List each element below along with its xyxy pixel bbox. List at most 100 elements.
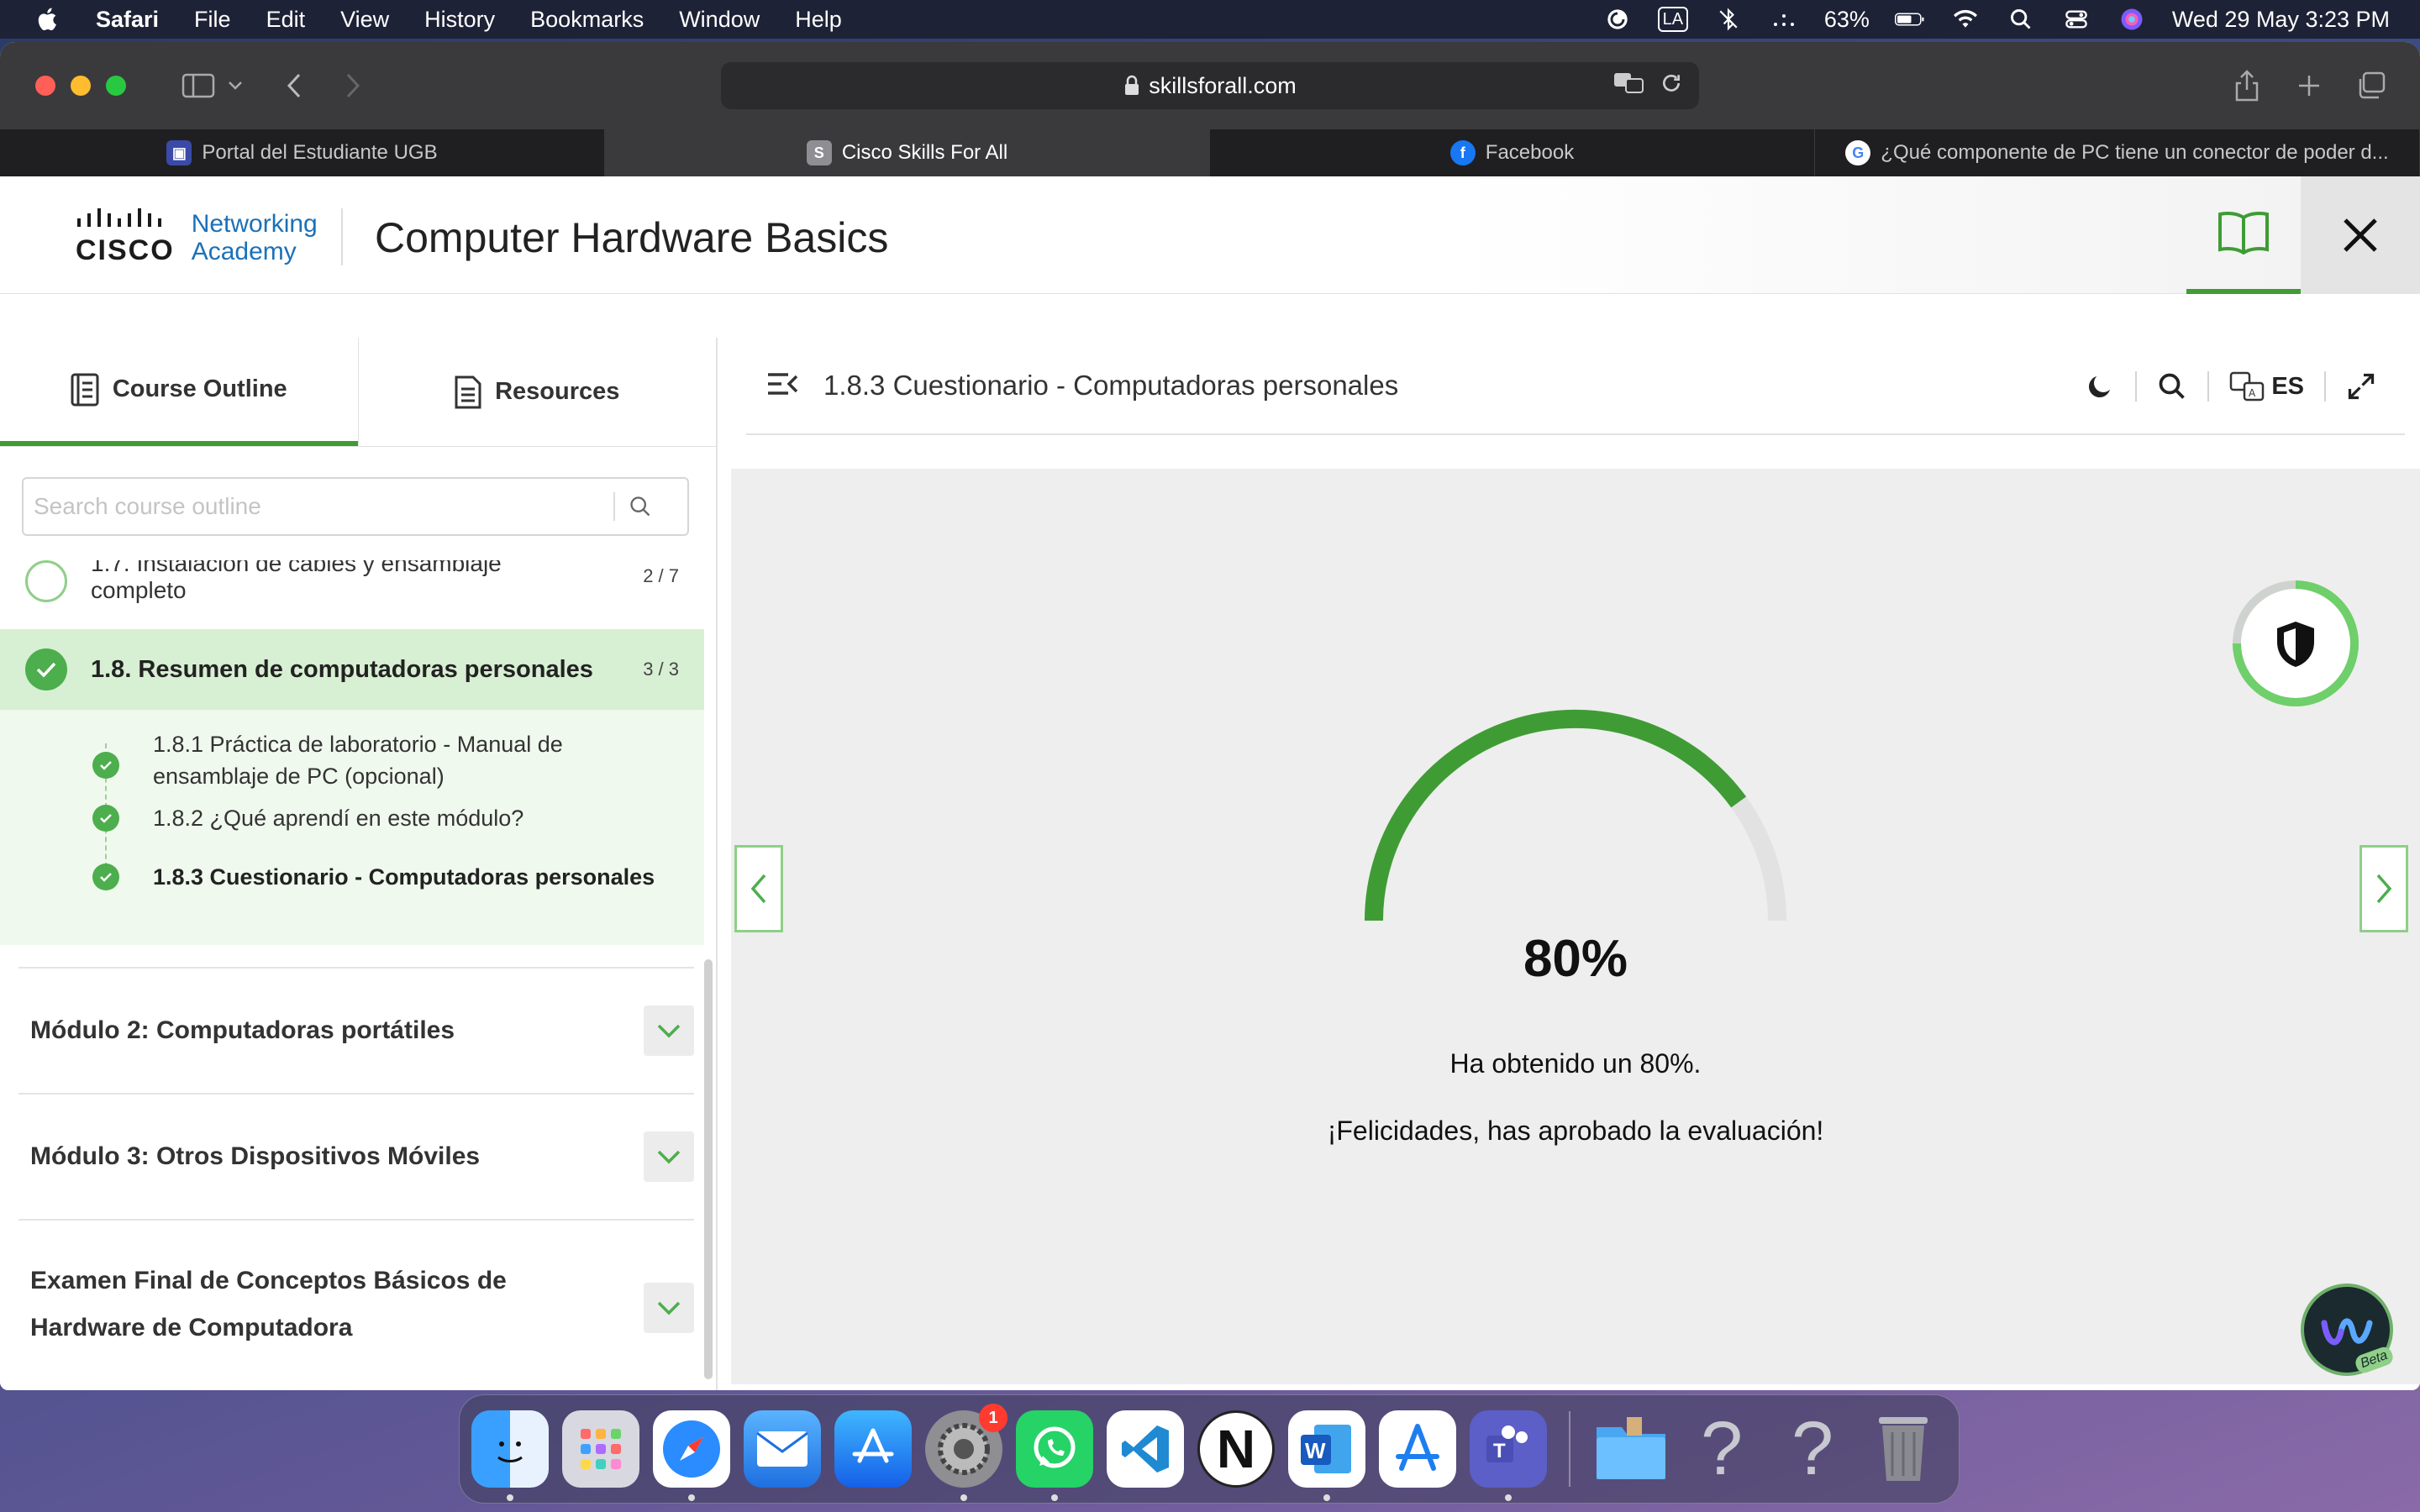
menu-bookmarks[interactable]: Bookmarks xyxy=(530,7,644,33)
content-tools: A ES xyxy=(2065,338,2396,435)
menu-app-name[interactable]: Safari xyxy=(96,7,159,33)
expand-module-button[interactable] xyxy=(644,1005,694,1056)
trash-dock-icon[interactable] xyxy=(1865,1410,1942,1488)
collapse-menu-icon[interactable] xyxy=(766,371,803,401)
expand-module-button[interactable] xyxy=(644,1283,694,1333)
menu-history[interactable]: History xyxy=(424,7,495,33)
unknown-app-icon[interactable]: ? xyxy=(1683,1407,1760,1491)
keyboard-layout-indicator[interactable]: LA xyxy=(1657,7,1688,32)
check-icon xyxy=(92,864,119,890)
unknown-app-icon[interactable]: ? xyxy=(1774,1407,1851,1491)
system-settings-dock-icon[interactable]: 1 xyxy=(925,1404,1007,1501)
notion-dock-icon[interactable]: N xyxy=(1197,1410,1275,1488)
clock[interactable]: Wed 29 May 3:23 PM xyxy=(2172,7,2390,33)
running-indicator xyxy=(1051,1494,1058,1501)
tab-course-outline[interactable]: Course Outline xyxy=(0,338,358,446)
tab-cisco-skills[interactable]: S Cisco Skills For All xyxy=(605,129,1210,176)
cisco-bars-icon xyxy=(77,208,161,227)
control-center-icon[interactable] xyxy=(2061,7,2091,32)
teams-dock-icon[interactable]: T xyxy=(1470,1410,1547,1501)
launchpad-dock-icon[interactable] xyxy=(562,1410,639,1488)
module-label: Módulo 2: Computadoras portátiles xyxy=(30,1016,455,1044)
siri-icon[interactable] xyxy=(2117,7,2147,32)
menu-file[interactable]: File xyxy=(194,7,231,33)
new-tab-icon[interactable] xyxy=(2291,67,2328,104)
url-text: skillsforall.com xyxy=(1149,72,1297,98)
chevron-down-icon[interactable] xyxy=(217,67,254,104)
vscode-dock-icon[interactable] xyxy=(1107,1410,1184,1488)
safari-dock-icon[interactable] xyxy=(653,1410,730,1501)
battery-icon[interactable] xyxy=(1894,7,1925,32)
item-label: 1.8.1 Práctica de laboratorio - Manual d… xyxy=(153,732,563,789)
language-button[interactable]: A ES xyxy=(2209,338,2324,435)
webex-icon xyxy=(2321,1318,2373,1345)
zoom-window-button[interactable] xyxy=(106,76,126,96)
bluetooth-off-icon[interactable] xyxy=(1713,7,1744,32)
svg-text:T: T xyxy=(1493,1440,1506,1462)
reload-icon[interactable] xyxy=(1660,72,1682,100)
fullscreen-button[interactable] xyxy=(2326,338,2396,435)
forward-icon[interactable] xyxy=(334,67,371,104)
course-book-button[interactable] xyxy=(2186,176,2301,294)
whatsapp-dock-icon[interactable] xyxy=(1016,1410,1093,1501)
running-indicator xyxy=(688,1494,695,1501)
webex-assistant-button[interactable]: Beta xyxy=(2301,1284,2396,1376)
score-percentage: 80% xyxy=(1523,930,1628,988)
score-message: Ha obtenido un 80%. xyxy=(1449,1048,1702,1079)
tab-resources[interactable]: Resources xyxy=(357,338,717,446)
menu-edit[interactable]: Edit xyxy=(266,7,306,33)
tab-overview-icon[interactable] xyxy=(2353,67,2390,104)
section-1-8[interactable]: 1.8. Resumen de computadoras personales … xyxy=(0,629,704,710)
back-icon[interactable] xyxy=(276,67,313,104)
running-indicator xyxy=(960,1494,967,1501)
previous-page-button[interactable] xyxy=(734,845,783,932)
progress-ring-icon xyxy=(25,560,67,602)
module-label: Módulo 3: Otros Dispositivos Móviles xyxy=(30,1142,481,1170)
close-course-button[interactable] xyxy=(2301,176,2420,294)
tab-google-search[interactable]: G ¿Qué componente de PC tiene un conecto… xyxy=(1815,129,2420,176)
downloads-folder-dock-icon[interactable] xyxy=(1592,1410,1670,1488)
macos-menu-bar: Safari File Edit View History Bookmarks … xyxy=(0,0,2420,39)
expand-icon xyxy=(2348,373,2375,400)
security-progress-badge[interactable] xyxy=(2228,576,2363,711)
expand-module-button[interactable] xyxy=(644,1131,694,1182)
tab-label: Cisco Skills For All xyxy=(841,141,1008,164)
mail-dock-icon[interactable] xyxy=(744,1410,821,1488)
spotlight-search-icon[interactable] xyxy=(2006,7,2036,32)
apple-menu-icon[interactable] xyxy=(34,5,62,34)
word-dock-icon[interactable]: W xyxy=(1288,1410,1365,1501)
module-2[interactable]: Módulo 2: Computadoras portátiles xyxy=(18,967,694,1093)
dots-status-icon[interactable] xyxy=(1769,7,1799,32)
search-icon xyxy=(2159,373,2186,399)
search-content-button[interactable] xyxy=(2137,338,2207,435)
module-3[interactable]: Módulo 3: Otros Dispositivos Móviles xyxy=(18,1093,694,1219)
outline-icon xyxy=(71,373,99,406)
search-icon[interactable] xyxy=(615,495,666,518)
menu-view[interactable]: View xyxy=(340,7,389,33)
dark-mode-button[interactable] xyxy=(2065,338,2135,435)
cisco-networking-academy-logo[interactable]: CISCO Networking Academy xyxy=(76,208,318,267)
xcode-instruments-dock-icon[interactable] xyxy=(1379,1410,1456,1488)
menu-window[interactable]: Window xyxy=(679,7,760,33)
close-window-button[interactable] xyxy=(35,76,55,96)
tab-portal-ugb[interactable]: ▣ Portal del Estudiante UGB xyxy=(0,129,605,176)
tab-facebook[interactable]: f Facebook xyxy=(1210,129,1815,176)
spiral-app-icon[interactable] xyxy=(1602,7,1633,32)
finder-dock-icon[interactable] xyxy=(471,1410,549,1501)
minimize-window-button[interactable] xyxy=(71,76,91,96)
final-exam-module[interactable]: Examen Final de Conceptos Básicos de Har… xyxy=(18,1219,694,1350)
sidebar-toggle-icon[interactable] xyxy=(180,67,217,104)
next-page-button[interactable] xyxy=(2360,845,2408,932)
address-bar[interactable]: skillsforall.com xyxy=(721,62,1699,109)
wifi-icon[interactable] xyxy=(1950,7,1981,32)
lock-icon xyxy=(1125,75,1139,95)
section-1-7[interactable]: 1.7. Instalación de cables y ensamblaje … xyxy=(0,560,704,627)
app-store-dock-icon[interactable] xyxy=(834,1410,912,1488)
menu-help[interactable]: Help xyxy=(795,7,842,33)
translate-icon[interactable] xyxy=(1613,71,1645,101)
share-icon[interactable] xyxy=(2228,67,2265,104)
outline-search-input[interactable] xyxy=(34,493,613,520)
outline-search xyxy=(22,477,689,536)
sidebar-scrollbar[interactable] xyxy=(704,959,713,1379)
tab-bar: ▣ Portal del Estudiante UGB S Cisco Skil… xyxy=(0,129,2420,176)
